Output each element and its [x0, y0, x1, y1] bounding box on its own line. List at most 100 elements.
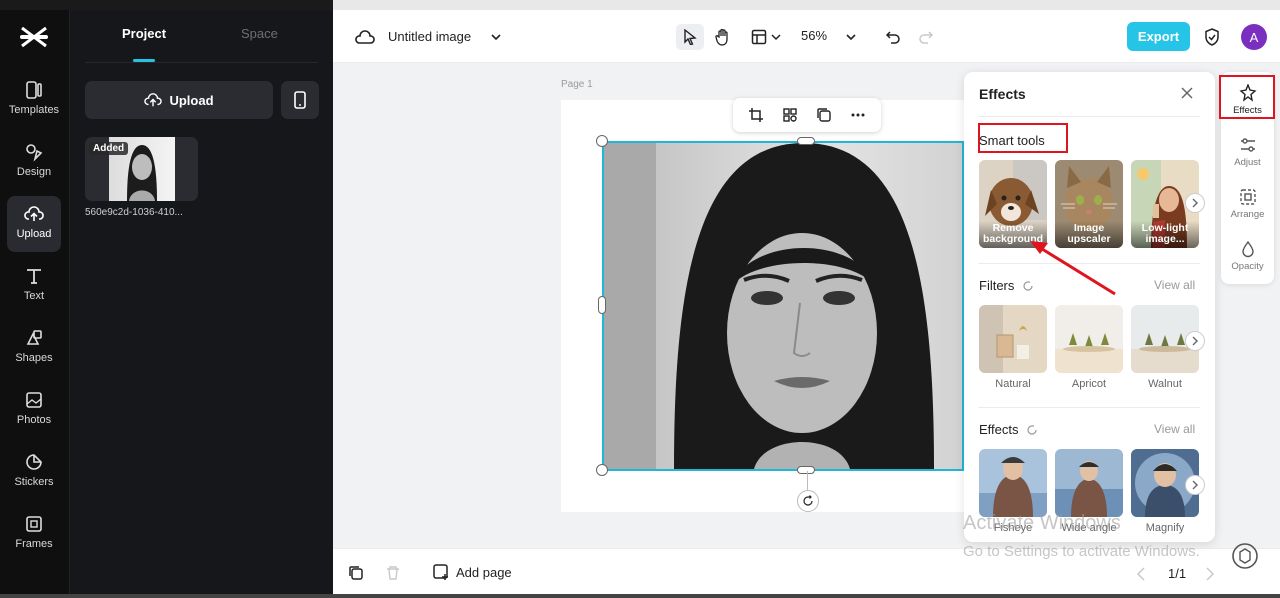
next-page-icon[interactable]	[1205, 567, 1215, 581]
rail-label: Design	[16, 166, 52, 178]
export-button[interactable]: Export	[1127, 22, 1190, 51]
zoom-dropdown-icon[interactable]	[837, 24, 865, 50]
rail-label: Photos	[16, 414, 52, 426]
resize-handle-left[interactable]	[598, 296, 606, 314]
rail-label: Shapes	[15, 352, 53, 364]
effect-wide-angle[interactable]	[1055, 449, 1123, 517]
refresh-icon[interactable]	[1026, 424, 1038, 436]
smart-tools-next-button[interactable]	[1185, 193, 1205, 213]
effects-panel-title: Effects	[979, 86, 1026, 102]
rail-label: Upload	[16, 228, 52, 240]
chat-assistant-icon[interactable]	[1230, 541, 1260, 571]
close-icon[interactable]	[1180, 86, 1194, 100]
add-page-label: Add page	[456, 565, 512, 580]
prev-page-icon[interactable]	[1136, 567, 1146, 581]
rail-item-shapes[interactable]: Shapes	[7, 320, 61, 376]
effects-next-button[interactable]	[1185, 475, 1205, 495]
rail-item-upload[interactable]: Upload	[7, 196, 61, 252]
asset-thumbnail[interactable]: Added	[85, 137, 198, 201]
asset-filename: 560e9c2d-1036-410...	[85, 207, 183, 218]
rail-label: Text	[23, 290, 45, 302]
phone-icon	[294, 91, 306, 109]
select-tool-icon[interactable]	[676, 24, 704, 50]
add-page-icon	[433, 564, 448, 580]
upload-button[interactable]: Upload	[85, 81, 273, 119]
tool-adjust[interactable]: Adjust	[1221, 128, 1274, 178]
more-icon[interactable]	[850, 107, 866, 123]
resize-handle-bottom[interactable]	[797, 466, 815, 474]
upload-icon	[24, 206, 44, 221]
highlight-box	[1219, 75, 1275, 119]
filter-label: Walnut	[1148, 378, 1182, 390]
rail-label: Stickers	[14, 476, 54, 488]
capcut-logo[interactable]	[19, 24, 49, 50]
rail-item-photos[interactable]: Photos	[7, 382, 61, 438]
activation-watermark-title: Activate Windows	[963, 512, 1121, 534]
rail-label: Templates	[8, 104, 60, 116]
tool-label: Opacity	[1231, 261, 1264, 272]
resize-handle-tl[interactable]	[596, 135, 608, 147]
filter-natural[interactable]	[979, 305, 1047, 373]
browser-strip	[0, 0, 1280, 10]
effect-fisheye[interactable]	[979, 449, 1047, 517]
tool-label: Arrange	[1230, 209, 1265, 220]
chevron-down-icon[interactable]	[482, 24, 510, 50]
rotate-handle[interactable]	[797, 490, 819, 512]
phone-upload-button[interactable]	[281, 81, 319, 119]
effect-label: Magnify	[1145, 522, 1185, 534]
rail-item-templates[interactable]: Templates	[7, 72, 61, 128]
filter-apricot[interactable]	[1055, 305, 1123, 373]
layout-dropdown-icon[interactable]	[767, 24, 785, 50]
hand-tool-icon[interactable]	[709, 24, 737, 50]
design-icon	[26, 144, 43, 162]
filters-next-button[interactable]	[1185, 331, 1205, 351]
rail-item-frames[interactable]: Frames	[7, 506, 61, 562]
chevron-right-icon	[1192, 198, 1198, 208]
stickers-icon	[26, 454, 42, 470]
tool-arrange[interactable]: Arrange	[1221, 180, 1274, 230]
resize-handle-top[interactable]	[797, 137, 815, 145]
resize-handle-bl[interactable]	[596, 464, 608, 476]
page-label: Page 1	[561, 79, 593, 90]
duplicate-icon[interactable]	[816, 107, 832, 123]
redo-icon[interactable]	[912, 24, 940, 50]
avatar[interactable]: A	[1241, 24, 1267, 50]
opacity-icon	[1241, 240, 1254, 258]
rail-item-stickers[interactable]: Stickers	[7, 444, 61, 500]
shield-icon[interactable]	[1198, 24, 1226, 50]
tab-space[interactable]: Space	[241, 26, 278, 41]
asset-panel: Project Space Upload Added 560e9c2d-1036…	[70, 10, 333, 598]
activation-watermark-subtitle: Go to Settings to activate Windows.	[963, 543, 1200, 560]
divider	[978, 407, 1200, 408]
smart-select-icon[interactable]	[782, 107, 798, 123]
text-icon	[27, 269, 41, 284]
adjust-icon	[1240, 138, 1255, 152]
filters-view-all-link[interactable]: View all	[1154, 278, 1195, 292]
shapes-icon	[26, 330, 42, 345]
divider	[978, 116, 1200, 117]
rail-label: Frames	[15, 538, 53, 550]
layers-icon[interactable]	[348, 565, 364, 581]
filter-label: Apricot	[1071, 378, 1107, 390]
selected-image[interactable]	[602, 141, 964, 471]
effects-view-all-link[interactable]: View all	[1154, 422, 1195, 436]
tool-opacity[interactable]: Opacity	[1221, 232, 1274, 282]
cloud-save-icon[interactable]	[351, 24, 379, 50]
tile-caption: Low-light image...	[1131, 221, 1199, 248]
zoom-level[interactable]: 56%	[801, 28, 827, 43]
effects-section-title: Effects	[979, 422, 1019, 437]
trash-icon[interactable]	[385, 565, 401, 581]
rail-item-text[interactable]: Text	[7, 258, 61, 314]
crop-icon[interactable]	[748, 107, 764, 123]
tab-project[interactable]: Project	[122, 26, 166, 41]
add-page-button[interactable]: Add page	[433, 564, 512, 581]
undo-icon[interactable]	[879, 24, 907, 50]
added-badge: Added	[89, 142, 129, 155]
highlight-box	[978, 123, 1068, 153]
frames-icon	[26, 516, 42, 532]
tab-divider	[85, 62, 318, 63]
rail-item-design[interactable]: Design	[7, 134, 61, 190]
upload-button-label: Upload	[169, 92, 214, 108]
chevron-right-icon	[1192, 336, 1198, 346]
document-title[interactable]: Untitled image	[388, 29, 471, 44]
